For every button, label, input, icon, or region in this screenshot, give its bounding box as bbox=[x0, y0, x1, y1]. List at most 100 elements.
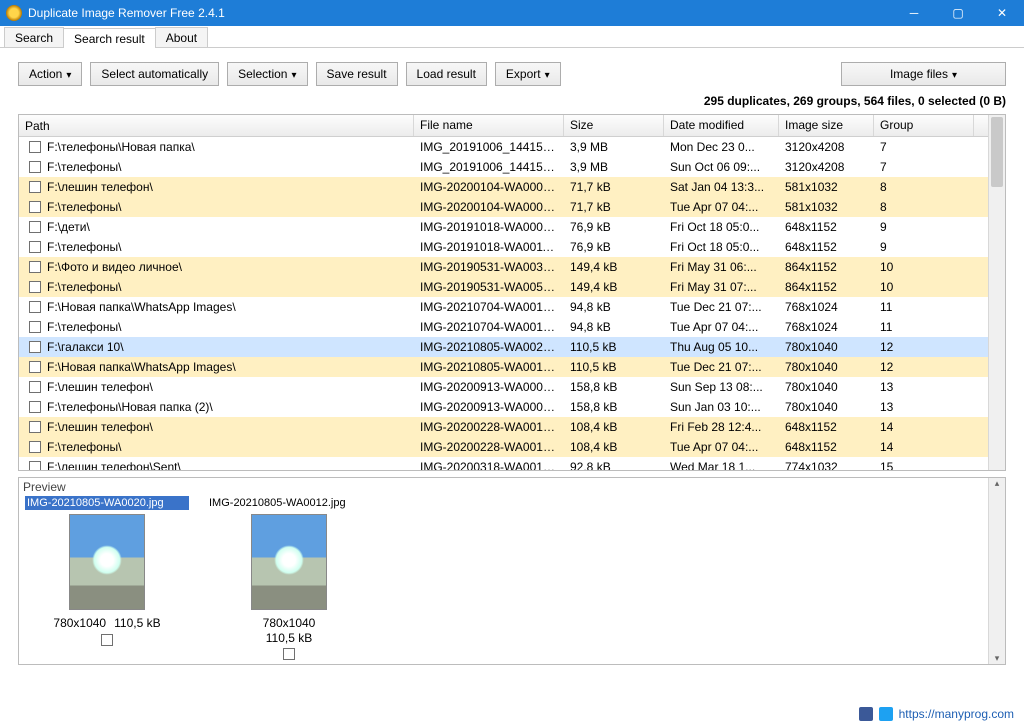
preview-thumbnail[interactable]: IMG-20210805-WA0020.jpg780x1040110,5 kB bbox=[25, 496, 189, 660]
cell-date: Sat Jan 04 13:3... bbox=[664, 179, 779, 195]
load-result-button[interactable]: Load result bbox=[406, 62, 487, 86]
app-icon bbox=[6, 5, 22, 21]
cell-date: Tue Apr 07 04:... bbox=[664, 439, 779, 455]
row-checkbox[interactable] bbox=[29, 441, 41, 453]
table-row[interactable]: F:\телефоны\Новая папка (2)\IMG-20200913… bbox=[19, 397, 988, 417]
row-checkbox[interactable] bbox=[29, 401, 41, 413]
row-checkbox[interactable] bbox=[29, 301, 41, 313]
row-checkbox[interactable] bbox=[29, 381, 41, 393]
cell-path: F:\телефоны\Новая папка (2)\ bbox=[47, 400, 213, 414]
col-imagesize[interactable]: Image size bbox=[779, 115, 874, 136]
website-link[interactable]: https://manyprog.com bbox=[899, 707, 1014, 721]
table-row[interactable]: F:\лешин телефон\IMG-20200913-WA0000....… bbox=[19, 377, 988, 397]
cell-group: 10 bbox=[874, 279, 974, 295]
tab-about[interactable]: About bbox=[155, 27, 208, 47]
action-button[interactable]: Action bbox=[18, 62, 82, 86]
preview-label: Preview bbox=[19, 478, 988, 496]
cell-imagesize: 780x1040 bbox=[779, 379, 874, 395]
row-checkbox[interactable] bbox=[29, 201, 41, 213]
cell-path: F:\Фото и видео личное\ bbox=[47, 260, 182, 274]
cell-file: IMG-20191018-WA0006.... bbox=[414, 219, 564, 235]
toolbar: Action Select automatically Selection Sa… bbox=[0, 48, 1024, 94]
cell-size: 149,4 kB bbox=[564, 259, 664, 275]
col-date[interactable]: Date modified bbox=[664, 115, 779, 136]
cell-group: 12 bbox=[874, 339, 974, 355]
table-row[interactable]: F:\телефоны\Новая папка\IMG_20191006_144… bbox=[19, 137, 988, 157]
table-row[interactable]: F:\телефоны\IMG_20191006_144154.jpg3,9 M… bbox=[19, 157, 988, 177]
cell-file: IMG-20190531-WA0055.... bbox=[414, 279, 564, 295]
cell-path: F:\лешин телефон\ bbox=[47, 180, 153, 194]
row-checkbox[interactable] bbox=[29, 141, 41, 153]
selection-button[interactable]: Selection bbox=[227, 62, 307, 86]
col-path[interactable]: Path bbox=[19, 115, 414, 136]
cell-size: 108,4 kB bbox=[564, 439, 664, 455]
save-result-button[interactable]: Save result bbox=[316, 62, 398, 86]
col-group[interactable]: Group bbox=[874, 115, 974, 136]
cell-size: 76,9 kB bbox=[564, 219, 664, 235]
thumbnail-checkbox[interactable] bbox=[283, 648, 295, 660]
cell-imagesize: 774x1032 bbox=[779, 459, 874, 470]
cell-date: Tue Apr 07 04:... bbox=[664, 199, 779, 215]
table-row[interactable]: F:\телефоны\IMG-20200104-WA0001....71,7 … bbox=[19, 197, 988, 217]
row-checkbox[interactable] bbox=[29, 241, 41, 253]
table-row[interactable]: F:\дети\IMG-20191018-WA0006....76,9 kBFr… bbox=[19, 217, 988, 237]
cell-imagesize: 3120x4208 bbox=[779, 159, 874, 175]
facebook-icon[interactable] bbox=[859, 707, 873, 721]
tab-search[interactable]: Search bbox=[4, 27, 64, 47]
table-row[interactable]: F:\Новая папка\WhatsApp Images\IMG-20210… bbox=[19, 297, 988, 317]
cell-size: 158,8 kB bbox=[564, 399, 664, 415]
preview-scrollbar[interactable] bbox=[988, 478, 1005, 664]
col-file[interactable]: File name bbox=[414, 115, 564, 136]
twitter-icon[interactable] bbox=[879, 707, 893, 721]
row-checkbox[interactable] bbox=[29, 421, 41, 433]
cell-size: 110,5 kB bbox=[564, 339, 664, 355]
cell-group: 15 bbox=[874, 459, 974, 470]
preview-thumbnail[interactable]: IMG-20210805-WA0012.jpg780x1040110,5 kB bbox=[207, 496, 371, 660]
close-button[interactable]: ✕ bbox=[980, 0, 1024, 26]
cell-date: Sun Sep 13 08:... bbox=[664, 379, 779, 395]
table-row[interactable]: F:\Новая папка\WhatsApp Images\IMG-20210… bbox=[19, 357, 988, 377]
cell-size: 71,7 kB bbox=[564, 179, 664, 195]
table-row[interactable]: F:\телефоны\IMG-20190531-WA0055....149,4… bbox=[19, 277, 988, 297]
cell-file: IMG-20200913-WA0000.... bbox=[414, 379, 564, 395]
table-row[interactable]: F:\телефоны\IMG-20200228-WA0015....108,4… bbox=[19, 437, 988, 457]
row-checkbox[interactable] bbox=[29, 181, 41, 193]
table-scrollbar[interactable] bbox=[988, 115, 1005, 470]
table-row[interactable]: F:\галакси 10\IMG-20210805-WA0020....110… bbox=[19, 337, 988, 357]
table-row[interactable]: F:\лешин телефон\IMG-20200228-WA0015....… bbox=[19, 417, 988, 437]
cell-date: Tue Dec 21 07:... bbox=[664, 359, 779, 375]
maximize-button[interactable]: ▢ bbox=[936, 0, 980, 26]
cell-group: 10 bbox=[874, 259, 974, 275]
tab-search-result[interactable]: Search result bbox=[63, 28, 156, 48]
table-row[interactable]: F:\Фото и видео личное\ IMG-20190531-WA00… bbox=[19, 257, 988, 277]
cell-date: Thu Aug 05 10... bbox=[664, 339, 779, 355]
row-checkbox[interactable] bbox=[29, 221, 41, 233]
table-row[interactable]: F:\лешин телефон\Sent\IMG-20200318-WA001… bbox=[19, 457, 988, 470]
cell-size: 76,9 kB bbox=[564, 239, 664, 255]
cell-imagesize: 648x1152 bbox=[779, 419, 874, 435]
export-button[interactable]: Export bbox=[495, 62, 561, 86]
select-automatically-button[interactable]: Select automatically bbox=[90, 62, 219, 86]
cell-file: IMG-20190531-WA0036.... bbox=[414, 259, 564, 275]
row-checkbox[interactable] bbox=[29, 461, 41, 470]
table-row[interactable]: F:\лешин телефон\IMG-20200104-WA0002....… bbox=[19, 177, 988, 197]
thumbnail-checkbox[interactable] bbox=[101, 634, 113, 646]
minimize-button[interactable]: ─ bbox=[892, 0, 936, 26]
cell-size: 108,4 kB bbox=[564, 419, 664, 435]
row-checkbox[interactable] bbox=[29, 261, 41, 273]
thumbnail-image bbox=[251, 514, 327, 610]
cell-path: F:\телефоны\ bbox=[47, 280, 121, 294]
row-checkbox[interactable] bbox=[29, 281, 41, 293]
row-checkbox[interactable] bbox=[29, 341, 41, 353]
cell-group: 9 bbox=[874, 219, 974, 235]
row-checkbox[interactable] bbox=[29, 161, 41, 173]
image-filter-button[interactable]: Image files bbox=[841, 62, 1006, 86]
col-size[interactable]: Size bbox=[564, 115, 664, 136]
cell-date: Fri Oct 18 05:0... bbox=[664, 239, 779, 255]
table-row[interactable]: F:\телефоны\IMG-20191018-WA0011....76,9 … bbox=[19, 237, 988, 257]
cell-group: 7 bbox=[874, 159, 974, 175]
row-checkbox[interactable] bbox=[29, 361, 41, 373]
row-checkbox[interactable] bbox=[29, 321, 41, 333]
cell-file: IMG-20200104-WA0001.... bbox=[414, 199, 564, 215]
table-row[interactable]: F:\телефоны\IMG-20210704-WA0018....94,8 … bbox=[19, 317, 988, 337]
